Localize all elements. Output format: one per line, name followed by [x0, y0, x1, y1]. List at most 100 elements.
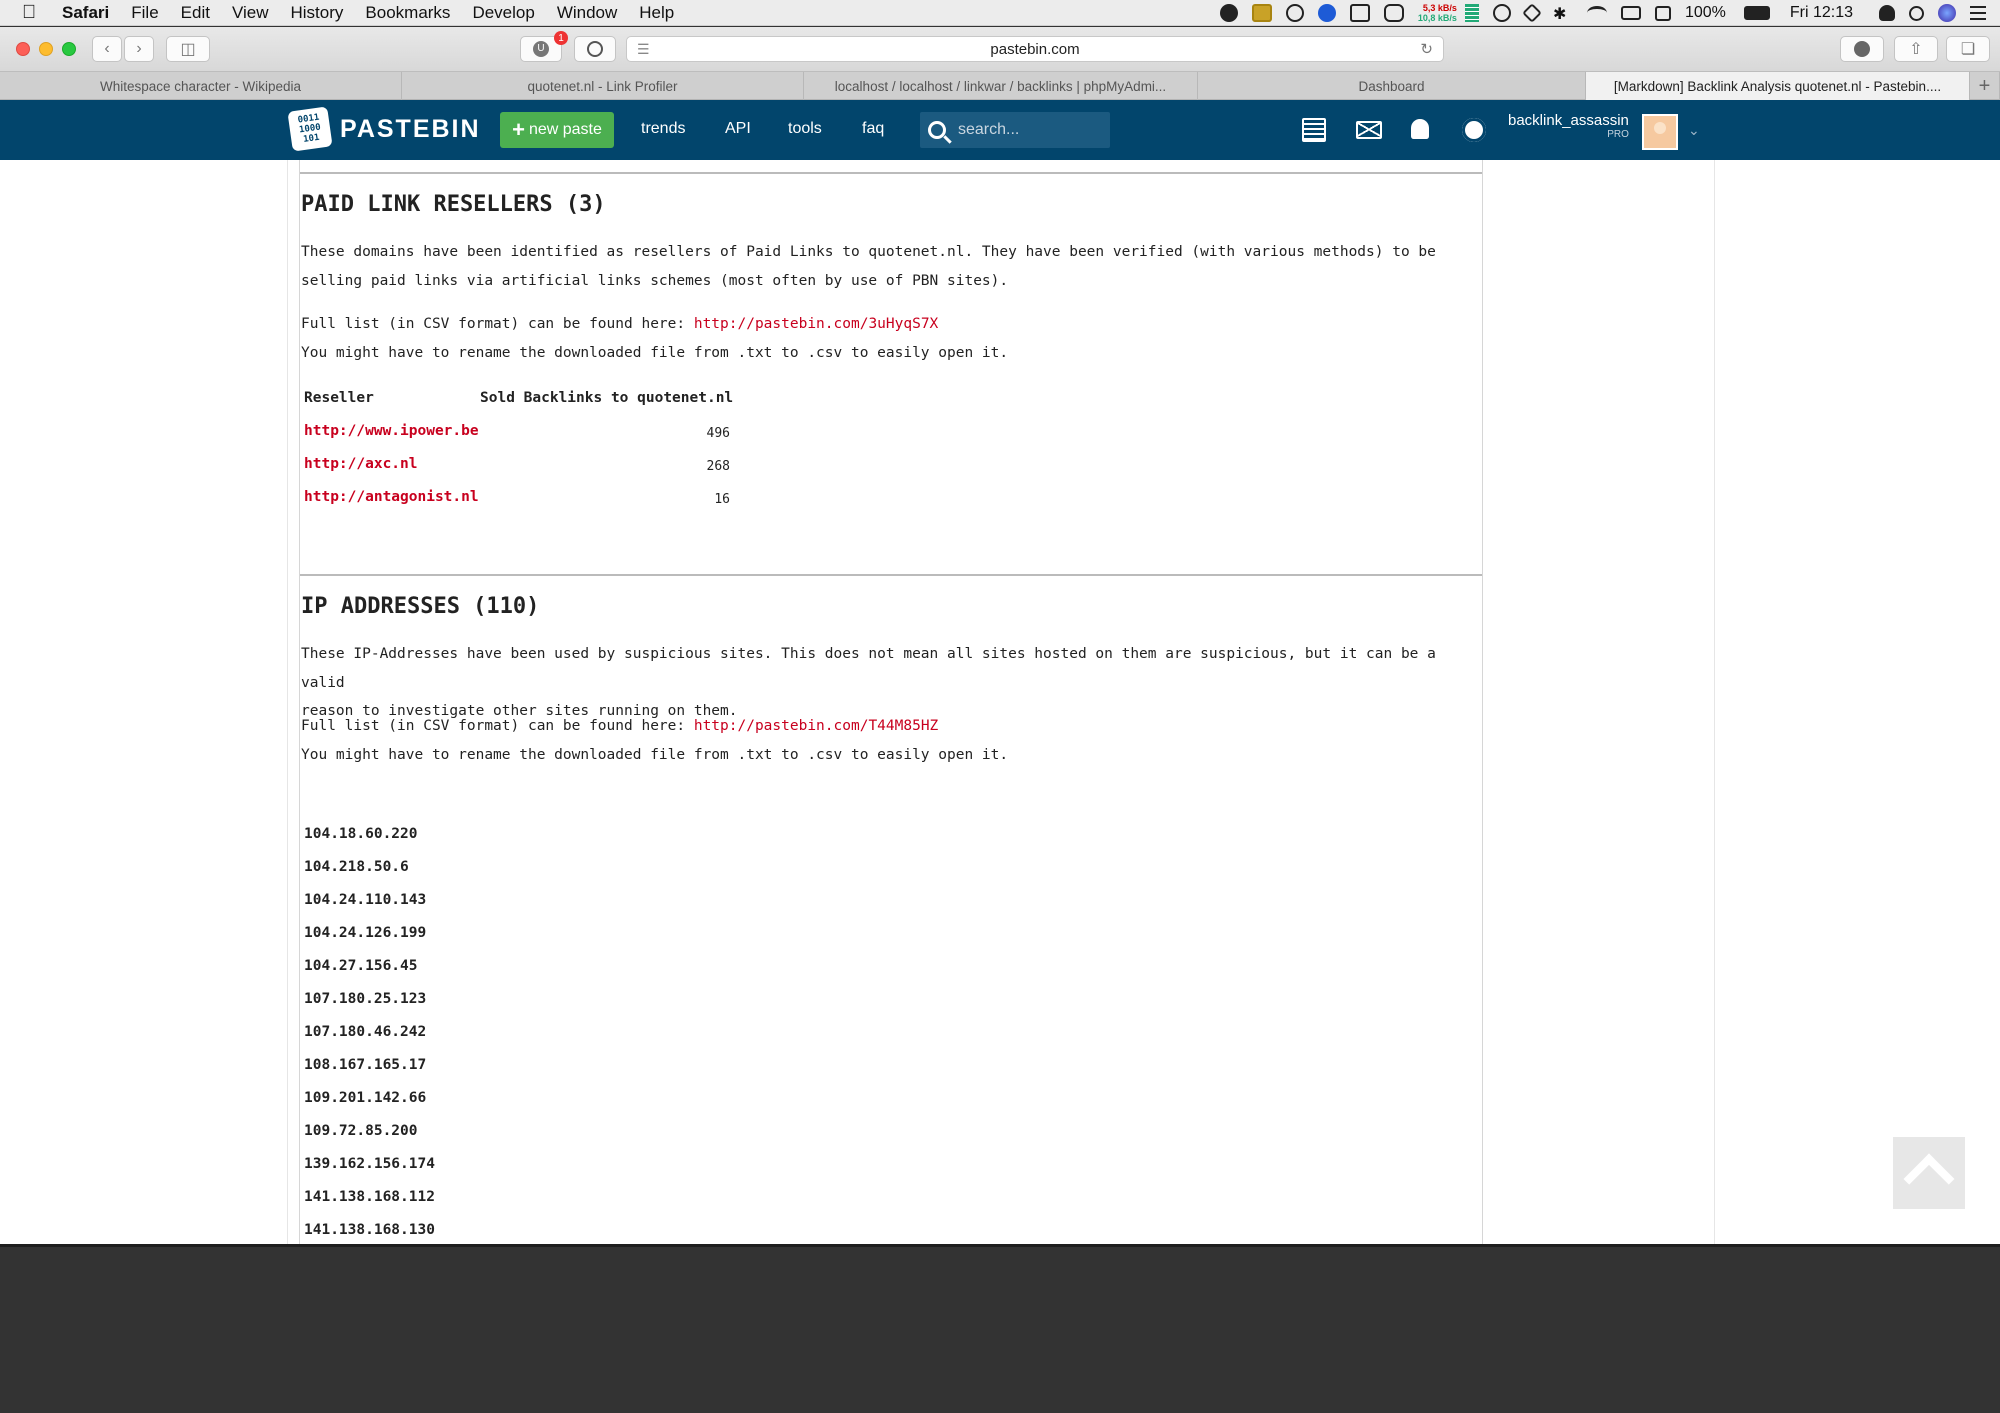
resellers-csv-prefix: Full list (in CSV format) can be found h…: [301, 316, 694, 332]
notifications-bell-icon[interactable]: [1411, 119, 1429, 139]
new-paste-label: new paste: [528, 121, 602, 138]
avatar[interactable]: [1642, 114, 1678, 150]
spotlight-icon[interactable]: [1909, 5, 1924, 21]
search-icon[interactable]: [928, 121, 946, 139]
dropbox-icon[interactable]: [1317, 4, 1336, 22]
tab-phpmyadmin[interactable]: localhost / localhost / linkwar / backli…: [804, 72, 1198, 100]
menu-edit[interactable]: Edit: [181, 3, 210, 23]
sidebar-button[interactable]: ◫: [166, 36, 210, 62]
menu-file[interactable]: File: [131, 3, 158, 23]
ip-csv-note: Full list (in CSV format) can be found h…: [301, 712, 1481, 769]
resellers-csv-link[interactable]: http://pastebin.com/3uHyqS7X: [694, 316, 938, 332]
clock[interactable]: Fri 12:13: [1790, 4, 1853, 22]
account-plan-badge: PRO: [1607, 129, 1629, 140]
share-icon: ⇧: [1909, 41, 1923, 58]
menu-app-name[interactable]: Safari: [62, 3, 109, 23]
html5-icon[interactable]: [1383, 4, 1404, 22]
display-icon[interactable]: [1654, 5, 1671, 21]
location-icon[interactable]: [1219, 4, 1238, 22]
battery-icon[interactable]: [1743, 6, 1770, 20]
menu-help[interactable]: Help: [639, 3, 674, 23]
tabs-icon: ❏: [1960, 41, 1976, 58]
tab-wikipedia[interactable]: Whitespace character - Wikipedia: [0, 72, 402, 100]
close-window-button[interactable]: [16, 42, 30, 56]
reseller-link-antagonist[interactable]: http://antagonist.nl: [304, 489, 479, 505]
pastebin-logo-icon: 0011 1000 101: [287, 106, 333, 152]
new-paste-button[interactable]: + new paste: [500, 112, 614, 148]
resellers-intro-line1: These domains have been identified as re…: [301, 244, 1436, 260]
back-icon: ‹: [104, 40, 110, 57]
block-icon[interactable]: [1492, 4, 1511, 22]
battery-percent[interactable]: 100%: [1685, 4, 1726, 22]
bluetooth-icon[interactable]: ✱: [1553, 4, 1573, 23]
logo-text: PASTEBIN: [340, 114, 481, 143]
menu-view[interactable]: View: [232, 3, 269, 23]
wifi-icon[interactable]: [1586, 6, 1607, 20]
macos-menu-bar:  Safari File Edit View History Bookmark…: [0, 0, 2000, 26]
reseller-count-antagonist: 16: [714, 492, 730, 507]
menu-window[interactable]: Window: [557, 3, 617, 23]
menu-bookmarks[interactable]: Bookmarks: [365, 3, 450, 23]
extension-badge: 1: [554, 31, 568, 45]
tab-link-profiler[interactable]: quotenet.nl - Link Profiler: [402, 72, 804, 100]
address-text: pastebin.com: [990, 40, 1080, 58]
new-tab-button[interactable]: +: [1970, 72, 2000, 100]
browser-toolbar: ‹ › ◫ U 1 ☰ pastebin.com ↻ ⇧ ❏: [0, 27, 2000, 71]
drive-icon[interactable]: [1522, 3, 1542, 23]
table-header-sold: Sold Backlinks to quotenet.nl: [480, 390, 734, 406]
forward-button[interactable]: ›: [124, 36, 154, 62]
nav-api[interactable]: API: [725, 120, 751, 138]
resellers-intro: These domains have been identified as re…: [301, 238, 1481, 295]
airplay-icon[interactable]: [1620, 6, 1641, 20]
reload-icon[interactable]: ↻: [1420, 40, 1433, 58]
settings-gear-icon[interactable]: [1462, 118, 1486, 142]
username: backlink_assassin: [1508, 112, 1629, 129]
minimize-window-button[interactable]: [39, 42, 53, 56]
messages-icon[interactable]: [1356, 121, 1382, 139]
back-button[interactable]: ‹: [92, 36, 122, 62]
fullscreen-window-button[interactable]: [62, 42, 76, 56]
menu-history[interactable]: History: [291, 3, 344, 23]
resellers-rename-note: You might have to rename the downloaded …: [301, 344, 1009, 361]
ip-address: 107.180.46.242: [304, 1024, 427, 1040]
logo-digits-3: 101: [302, 132, 321, 145]
keyboard-icon[interactable]: [1349, 4, 1370, 22]
extension-ublock-button[interactable]: U 1: [520, 31, 568, 62]
siri-icon[interactable]: [1938, 4, 1956, 22]
my-pastes-icon[interactable]: [1302, 118, 1326, 142]
reader-view-icon[interactable]: ☰: [637, 41, 650, 58]
scroll-to-top-button[interactable]: [1893, 1137, 1965, 1209]
ip-heading: IP ADDRESSES (110): [301, 594, 540, 619]
ip-csv-link[interactable]: http://pastebin.com/T44M85HZ: [694, 718, 938, 734]
notification-center-icon[interactable]: [1970, 6, 1986, 20]
address-bar[interactable]: ☰ pastebin.com ↻: [626, 36, 1444, 62]
tabs-overview-button[interactable]: ❏: [1946, 36, 1990, 62]
resellers-intro-line2: selling paid links via artificial links …: [301, 272, 1009, 289]
nav-faq[interactable]: faq: [862, 120, 884, 138]
reseller-link-axc[interactable]: http://axc.nl: [304, 456, 418, 472]
plus-icon: +: [512, 117, 525, 142]
search-box: [920, 112, 1110, 148]
nav-trends[interactable]: trends: [641, 120, 685, 138]
search-input[interactable]: [958, 121, 1098, 139]
password-manager-icon[interactable]: [1285, 4, 1304, 22]
network-monitor[interactable]: 5,3 kB/s 10,8 kB/s: [1418, 3, 1457, 23]
layout-divider-right: [1714, 160, 1715, 1244]
extension-1password-button[interactable]: [574, 36, 616, 62]
tab-dashboard[interactable]: Dashboard: [1198, 72, 1586, 100]
pastebin-logo[interactable]: 0011 1000 101 PASTEBIN: [287, 106, 481, 152]
menu-develop[interactable]: Develop: [472, 3, 534, 23]
tab-pastebin-active[interactable]: [Markdown] Backlink Analysis quotenet.nl…: [1586, 72, 1970, 100]
reseller-link-ipower[interactable]: http://www.ipower.be: [304, 423, 479, 439]
nav-tools[interactable]: tools: [788, 120, 822, 138]
user-menu[interactable]: backlink_assassin PRO: [1508, 112, 1629, 140]
app-status-icon[interactable]: [1251, 4, 1272, 22]
chevron-down-icon[interactable]: ⌄: [1688, 122, 1700, 139]
apple-icon[interactable]: : [22, 2, 48, 24]
memory-meter-icon[interactable]: [1464, 4, 1479, 22]
reseller-count-ipower: 496: [706, 426, 730, 441]
downloads-button[interactable]: [1840, 36, 1884, 62]
network-up: 5,3 kB/s: [1422, 3, 1457, 13]
share-button[interactable]: ⇧: [1894, 36, 1938, 62]
user-icon[interactable]: [1879, 5, 1895, 21]
